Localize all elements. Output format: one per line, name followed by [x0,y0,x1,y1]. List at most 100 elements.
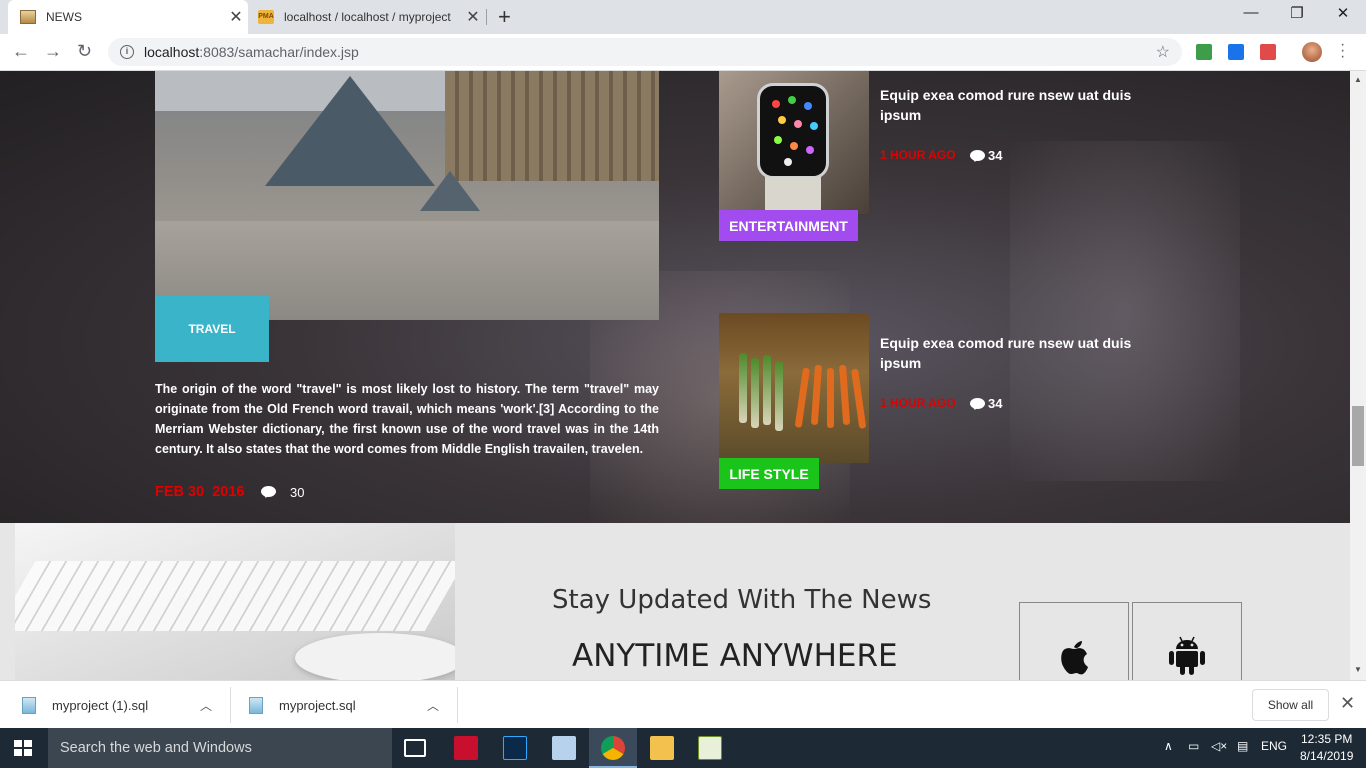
sql-file-icon [22,696,36,714]
show-all-button[interactable]: Show all [1252,689,1329,721]
image-palace [445,71,659,181]
side-story-time: 1 HOUR AGO [880,396,956,410]
tab-phpmyadmin[interactable]: PMA localhost / localhost / myproject ✕ [250,0,485,34]
url-host: localhost [144,44,200,60]
featured-story-text: The origin of the word "travel" is most … [155,382,659,456]
comments-icon [970,398,985,410]
image-leek [751,358,759,428]
tab-close-icon[interactable]: ✕ [461,7,485,27]
featured-date: FEB 30 2016 [155,484,245,500]
tab-title: NEWS [46,10,82,24]
scroll-down-icon[interactable]: ▼ [1350,665,1366,674]
tab-separator [486,9,487,25]
chevron-up-icon[interactable]: ∧ [1164,739,1173,753]
image-watch [757,83,829,179]
chart-app-icon[interactable] [698,736,722,760]
chevron-up-icon[interactable]: ︿ [427,697,439,714]
download-filename: myproject.sql [279,697,356,713]
download-shelf: myproject (1).sql ︿ myproject.sql ︿ Show… [0,680,1366,728]
toolbar: ← → ↻ i localhost:8083/samachar/index.js… [0,34,1366,71]
url-path: :8083/samachar/index.jsp [199,44,359,60]
android-icon [1169,636,1205,675]
background-figure [1010,141,1240,481]
image-leek [775,361,783,431]
app-dot [772,100,780,108]
newsletter-heading: Stay Updated With The News [552,585,932,615]
image-small-pyramid [420,171,480,211]
download-filename: myproject (1).sql [52,697,149,713]
app-dot [788,96,796,104]
app-dot [794,120,802,128]
pdf-extension-icon[interactable] [1260,44,1276,60]
reload-icon[interactable]: ↻ [77,41,92,62]
side-story-image-smartwatch[interactable] [719,71,869,214]
download-item[interactable]: myproject.sql ︿ [249,681,449,729]
side-story-title[interactable]: Equip exea comod rure nsew uat duis ipsu… [880,85,1160,125]
chevron-up-icon[interactable]: ︿ [200,697,212,714]
image-keyboard [15,561,455,631]
info-icon[interactable]: i [120,45,134,59]
app-dot [810,122,818,130]
sheets-extension-icon[interactable] [1196,44,1212,60]
battery-icon[interactable]: ▭ [1188,739,1199,753]
page-scrollbar[interactable]: ▲ ▼ [1350,71,1366,680]
apple-app-button[interactable] [1019,602,1129,680]
app-dot [790,142,798,150]
side-story-comment-count: 34 [988,396,1003,411]
android-app-button[interactable] [1132,602,1242,680]
minimize-icon[interactable]: — [1228,4,1274,21]
keyboard-image [15,523,455,680]
side-story-title[interactable]: Equip exea comod rure nsew uat duis ipsu… [880,333,1160,373]
new-tab-icon[interactable]: + [498,4,511,30]
scroll-thumb[interactable] [1352,406,1364,466]
maximize-icon[interactable]: ❐ [1274,4,1320,22]
image-leek [739,353,747,423]
featured-image-louvre[interactable] [155,71,659,320]
back-arrow-icon[interactable]: ← [12,41,30,62]
comments-icon [970,150,985,162]
side-story-image-vegetables[interactable] [719,313,869,463]
scroll-up-icon[interactable]: ▲ [1350,75,1366,84]
task-view-icon[interactable] [404,739,426,757]
app-dot [806,146,814,154]
chrome-menu-icon[interactable]: · · · [1340,37,1346,65]
language-indicator[interactable]: ENG [1261,739,1287,753]
close-icon[interactable]: ✕ [1340,693,1355,714]
taskbar-search-input[interactable]: Search the web and Windows [48,728,392,768]
tab-title: localhost / localhost / myproject [284,10,451,24]
address-bar[interactable]: i localhost:8083/samachar/index.jsp ☆ [108,38,1182,66]
file-explorer-icon[interactable] [650,736,674,760]
window-close-icon[interactable]: ✕ [1320,4,1366,22]
category-badge-lifestyle[interactable]: LIFE STYLE [719,458,819,489]
profile-avatar[interactable] [1302,42,1322,62]
tab-close-icon[interactable]: ✕ [224,7,248,27]
speaker-mute-icon[interactable]: ◁× [1211,739,1227,753]
image-mouse [295,633,455,680]
featured-comment-count: 30 [290,485,305,500]
acrobat-icon[interactable] [454,736,478,760]
image-carrot [851,368,867,429]
image-carrot [827,368,834,428]
image-carrot [794,367,810,428]
tab-news[interactable]: NEWS ✕ [8,0,248,34]
search-extension-icon[interactable] [1228,44,1244,60]
comments-icon [261,486,276,498]
app-dot [774,136,782,144]
windows-start-icon[interactable] [14,740,32,756]
taskbar-clock[interactable]: 12:35 PM 8/14/2019 [1300,731,1353,765]
bookmark-star-icon[interactable]: ☆ [1156,42,1170,62]
clock-date: 8/14/2019 [1300,749,1354,763]
forward-arrow-icon[interactable]: → [44,41,62,62]
news-favicon-icon [20,10,36,24]
side-story-time: 1 HOUR AGO [880,148,956,162]
divider [457,687,458,723]
virtualbox-icon[interactable] [552,736,576,760]
category-badge-travel[interactable]: TRAVEL [155,296,269,362]
category-badge-entertainment[interactable]: ENTERTAINMENT [719,210,858,241]
download-item[interactable]: myproject (1).sql ︿ [22,681,222,729]
windows-taskbar: Search the web and Windows ∧ ▭ ◁× ▤ ENG … [0,728,1366,768]
divider [230,687,231,723]
action-center-icon[interactable]: ▤ [1237,739,1248,753]
photoshop-icon[interactable] [503,736,527,760]
news-hero-section: TRAVEL The origin of the word "travel" i… [0,71,1350,523]
